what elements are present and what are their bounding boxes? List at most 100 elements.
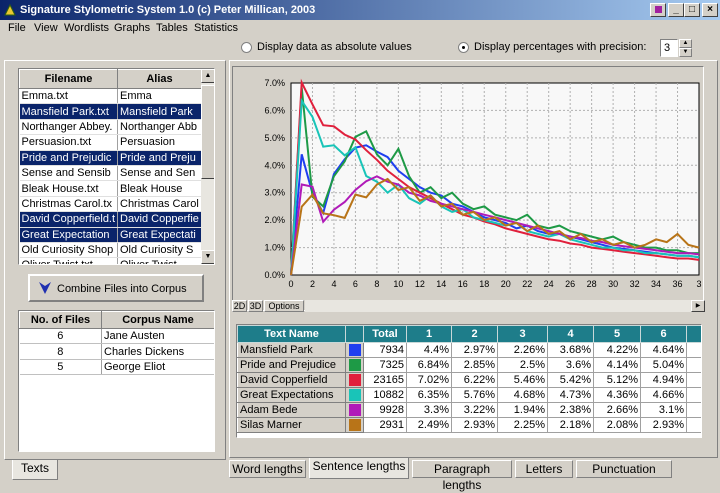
file-row[interactable]: Sense and Sensib Sense and Sen [19,165,202,182]
precision-up[interactable]: ▲ [679,39,692,48]
chart-scroll-right[interactable]: ▶ [691,300,705,312]
x-tick-label: 24 [544,279,554,289]
data-col-header[interactable]: Text Name [237,325,346,343]
series-color-swatch[interactable] [345,417,364,433]
file-row[interactable]: Great Expectation Great Expectati [19,227,202,243]
tab-punctuation[interactable]: Punctuation [576,460,672,478]
maximize-button[interactable]: □ [684,3,700,17]
absolute-label: Display data as absolute values [257,41,412,53]
filename-header[interactable]: Filename [19,69,118,89]
percent-radio[interactable] [458,42,469,53]
file-row[interactable]: Bleak House.txt Bleak House [19,180,202,197]
percent-cell: 2.83 [686,417,701,433]
combine-button[interactable]: Combine Files into Corpus [28,274,204,302]
scroll-thumb[interactable] [201,85,214,179]
color-swatch [348,389,361,401]
file-row[interactable]: David Copperfield.t David Copperfie [19,211,202,228]
file-row[interactable]: Emma.txt Emma [19,88,202,105]
corpus-name-header[interactable]: Corpus Name [101,311,214,329]
precision-input[interactable]: 3 [660,39,678,57]
tab-letters[interactable]: Letters [515,460,573,478]
percent-cell: 3.68% [547,342,594,358]
series-color-swatch[interactable] [345,402,364,418]
percent-cell: 6.22% [451,372,498,388]
x-tick-label: 32 [630,279,640,289]
alias-cell: Pride and Preju [117,150,202,166]
total-cell: 10882 [363,387,407,403]
percent-cell: 3.61 [686,387,701,403]
file-row[interactable]: Old Curiosity Shop Old Curiosity S [19,242,202,259]
series-color-swatch[interactable] [345,357,364,373]
percent-cell: 3.6% [547,357,594,373]
minimize-button[interactable]: _ [668,3,684,17]
tab-sentence-lengths[interactable]: Sentence lengths [309,458,409,479]
data-col-header[interactable]: 3 [497,325,548,343]
file-row[interactable]: Oliver Twist.txtOliver Twist [19,257,202,264]
series-color-swatch[interactable] [345,372,364,388]
files-count-header[interactable]: No. of Files [19,311,102,329]
corpus-row[interactable]: 6 Jane Austen [19,328,214,345]
absolute-radio[interactable] [241,42,252,53]
series-color-swatch[interactable] [345,342,364,358]
data-col-header[interactable]: 2 [451,325,498,343]
filename-cell: Old Curiosity Shop [19,242,118,259]
percent-cell: 2.85% [451,357,498,373]
toggle-2d[interactable]: 2D [232,300,247,312]
tab-paragraph-lengths[interactable]: Paragraph lengths [412,460,512,492]
x-tick-label: 28 [587,279,597,289]
menu-wordlists[interactable]: Wordlists [64,22,109,34]
data-col-header[interactable] [345,325,364,343]
combine-label: Combine Files into Corpus [57,283,187,295]
file-row[interactable]: Christmas Carol.tx Christmas Carol [19,196,202,213]
tab-word-lengths[interactable]: Word lengths [229,460,306,478]
chevron-right-icon: ▶ [695,303,701,309]
percent-cell: 4.22% [593,342,641,358]
close-button[interactable]: × [702,3,718,17]
menu-bar: File View Wordlists Graphs Tables Statis… [0,20,720,38]
data-header-row: Text Name Total1234567 [237,325,701,343]
data-col-header[interactable]: 1 [406,325,452,343]
chevron-up-icon: ▲ [682,40,689,46]
files-scrollbar[interactable]: ▲ ▼ [201,69,214,264]
percent-cell: 2.25% [497,417,548,433]
menu-file[interactable]: File [8,22,26,34]
filename-cell: Great Expectation [19,227,118,243]
corpus-row[interactable]: 8 Charles Dickens [19,343,214,360]
toggle-options[interactable]: Options [264,300,304,312]
corpus-row[interactable]: 5 George Eliot [19,359,214,376]
data-col-header[interactable]: 4 [547,325,594,343]
tab-texts[interactable]: Texts [12,460,58,480]
file-row[interactable]: Pride and Prejudic Pride and Preju [19,150,202,166]
percent-cell: 2.26% [497,342,548,358]
alias-cell: Old Curiosity S [117,242,202,259]
percent-cell: 2.18% [547,417,594,433]
file-row[interactable]: Northanger Abbey. Northanger Abb [19,119,202,136]
data-col-header[interactable]: Total [363,325,407,343]
scroll-up-button[interactable]: ▲ [201,69,214,83]
data-col-header[interactable]: 5 [593,325,641,343]
data-col-header[interactable]: 7 [686,325,701,343]
menu-statistics[interactable]: Statistics [194,22,238,34]
toggle-3d[interactable]: 3D [248,300,263,312]
percent-cell: 5.42% [547,372,594,388]
percent-cell: 5.24 [686,357,701,373]
chart-hscroll[interactable]: ▶ [305,300,705,312]
help-button[interactable] [650,3,666,17]
menu-graphs[interactable]: Graphs [114,22,150,34]
scroll-down-button[interactable]: ▼ [201,250,214,264]
data-row: Pride and Prejudice 7325 6.84% 2.85% 2.5% 3.6… [237,357,701,373]
file-row[interactable]: Persuasion.txt Persuasion [19,134,202,151]
filename-cell: Persuasion.txt [19,134,118,151]
maximize-icon: □ [688,4,696,15]
minimize-icon: _ [673,4,679,15]
line-chart: 0.0%1.0%2.0%3.0%4.0%5.0%6.0%7.0%0 2 4 6 8 10 1… [264,78,701,289]
file-row[interactable]: Mansfield Park.txt Mansfield Park [19,103,202,120]
alias-cell: Oliver Twist [117,257,202,264]
series-color-swatch[interactable] [345,387,364,403]
percent-cell: 6.84% [406,357,452,373]
precision-down[interactable]: ▼ [679,48,692,57]
data-col-header[interactable]: 6 [640,325,687,343]
alias-header[interactable]: Alias [117,69,202,89]
menu-tables[interactable]: Tables [156,22,188,34]
menu-view[interactable]: View [34,22,58,34]
